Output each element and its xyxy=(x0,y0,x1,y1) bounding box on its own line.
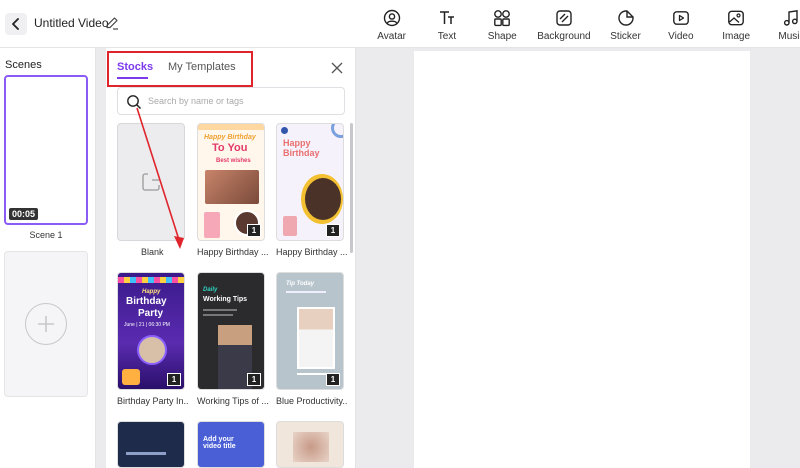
card-heading: Working Tips xyxy=(203,296,248,303)
avatar-icon xyxy=(383,9,400,27)
close-icon[interactable] xyxy=(330,61,344,75)
video-icon xyxy=(672,11,689,25)
card-subheading: Birthday xyxy=(283,148,320,158)
scene-count-badge: 1 xyxy=(247,224,261,237)
card-heading: Add your video title xyxy=(203,436,236,451)
scene-count-badge: 1 xyxy=(326,224,340,237)
tool-shape[interactable]: Shape xyxy=(475,0,530,48)
scenes-heading: Scenes xyxy=(5,59,42,71)
circle-decor xyxy=(331,124,343,138)
template-card-happy-birthday-1[interactable]: Happy Birthday To You Best wishes 1 xyxy=(197,123,265,241)
text-line xyxy=(203,314,233,316)
project-title[interactable]: Untitled Video xyxy=(34,16,109,30)
image-icon xyxy=(728,10,745,26)
sticker-icon xyxy=(617,10,634,26)
scene-count-badge: 1 xyxy=(167,373,181,386)
balloon-decor xyxy=(198,124,264,130)
scene-count-badge: 1 xyxy=(326,373,340,386)
presenter-image xyxy=(297,307,335,369)
search-input[interactable] xyxy=(148,92,338,110)
tool-label: Image xyxy=(722,31,751,42)
template-label: Happy Birthday ... xyxy=(197,247,269,257)
scenes-panel: Scenes 00:05 Scene 1 xyxy=(0,48,96,468)
template-label: Working Tips of ... xyxy=(197,396,269,406)
party-photo xyxy=(205,170,259,204)
tab-my-templates[interactable]: My Templates xyxy=(168,61,236,73)
tool-label: Music xyxy=(778,31,800,42)
template-card-blank[interactable] xyxy=(117,123,185,241)
tool-image[interactable]: Image xyxy=(708,0,763,48)
tool-video[interactable]: Video xyxy=(653,0,708,48)
template-card-floral[interactable] xyxy=(276,421,344,468)
tool-label: Text xyxy=(437,31,457,42)
tool-avatar[interactable]: Avatar xyxy=(364,0,419,48)
avatar xyxy=(305,178,341,220)
music-icon xyxy=(784,9,799,26)
bunting-decor xyxy=(118,277,184,283)
template-card-working-tips[interactable]: Daily Working Tips 1 xyxy=(197,272,265,390)
shape-icon xyxy=(494,10,511,27)
template-label: Birthday Party In... xyxy=(117,396,189,406)
tool-label: Sticker xyxy=(610,31,641,42)
scene-thumbnail[interactable]: 00:05 xyxy=(4,75,88,225)
search-icon xyxy=(127,95,142,110)
card-date: June | 21 | 06:30 PM xyxy=(124,322,170,328)
template-label: Blue Productivity... xyxy=(276,396,348,406)
tool-background[interactable]: Background xyxy=(530,0,598,48)
avatar xyxy=(137,335,167,365)
template-card-add-title[interactable]: Add your video title xyxy=(197,421,265,468)
text-icon xyxy=(439,11,454,24)
tool-label: Avatar xyxy=(377,31,407,42)
template-card-happy-birthday-2[interactable]: Happy Birthday 1 xyxy=(276,123,344,241)
floral-image xyxy=(293,432,329,462)
tool-sticker[interactable]: Sticker xyxy=(598,0,653,48)
template-card-birthday-party[interactable]: Happy Birthday Party June | 21 | 06:30 P… xyxy=(117,272,185,390)
cake-icon xyxy=(283,216,297,236)
gift-icon xyxy=(122,369,140,385)
add-page-icon xyxy=(142,173,160,191)
active-tab-indicator xyxy=(117,77,148,79)
search-box xyxy=(117,87,345,115)
tool-music[interactable]: Music xyxy=(764,0,800,48)
card-kicker: Daily xyxy=(203,287,218,293)
panel-scrollbar[interactable] xyxy=(350,123,353,253)
scene-duration: 00:05 xyxy=(9,208,39,220)
tool-label: Video xyxy=(668,31,694,42)
scene-count-badge: 1 xyxy=(247,373,261,386)
tool-text[interactable]: Text xyxy=(419,0,474,48)
templates-panel: Stocks My Templates Blank Happy Birthday… xyxy=(106,48,356,468)
template-card-daily[interactable] xyxy=(117,421,185,468)
tool-bar: Avatar Text Shape Background Sticker Vid… xyxy=(364,0,800,48)
text-line xyxy=(203,309,237,311)
card-heading: Birthday xyxy=(126,296,167,307)
tool-label: Background xyxy=(537,31,591,42)
cake-icon xyxy=(204,212,220,238)
card-wish: Best wishes xyxy=(216,158,251,164)
template-card-blue-productivity[interactable]: Tip Today 1 xyxy=(276,272,344,390)
add-scene-button[interactable] xyxy=(4,251,88,397)
video-canvas[interactable] xyxy=(414,51,750,468)
template-label: Happy Birthday ... xyxy=(276,247,348,257)
text-line xyxy=(126,452,166,455)
plus-icon xyxy=(25,303,67,345)
background-icon xyxy=(556,10,572,26)
card-subheading: To You xyxy=(212,142,248,154)
text-line xyxy=(286,291,326,293)
tool-label: Shape xyxy=(487,31,517,42)
top-toolbar: Untitled Video Avatar Text Shape Backgro… xyxy=(0,0,800,48)
card-kicker: Happy xyxy=(142,289,161,295)
chevron-left-icon xyxy=(12,18,19,30)
card-heading: Happy Birthday xyxy=(204,134,256,141)
tab-stocks[interactable]: Stocks xyxy=(117,61,153,73)
logo-icon xyxy=(281,127,288,134)
pencil-icon[interactable] xyxy=(104,15,120,31)
card-subheading: Party xyxy=(138,308,164,319)
scene-name: Scene 1 xyxy=(29,230,63,240)
card-kicker: Tip Today xyxy=(286,281,315,287)
back-button[interactable] xyxy=(5,13,27,35)
